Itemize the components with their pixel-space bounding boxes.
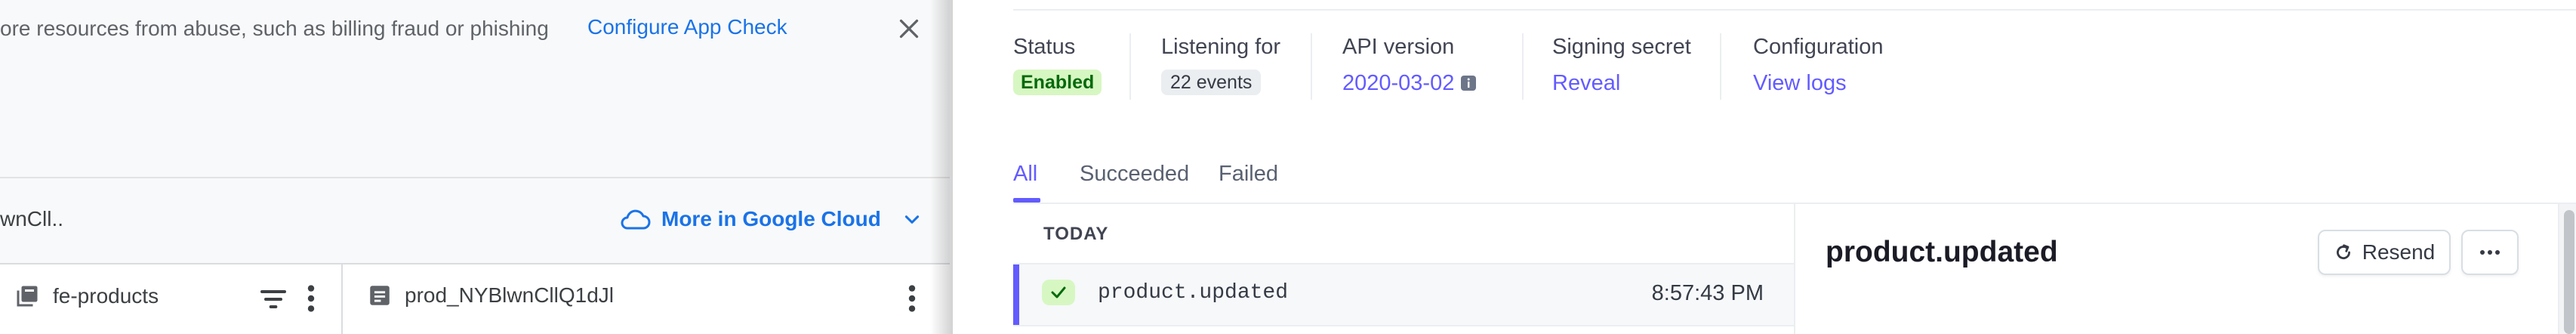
event-type: product.updated <box>1098 281 1289 305</box>
filter-icon[interactable] <box>258 284 288 314</box>
event-detail-title: product.updated <box>1826 236 2058 268</box>
document-more-icon[interactable] <box>903 281 921 316</box>
event-time: 8:57:43 PM <box>1651 281 1764 305</box>
collection-icon <box>14 283 41 310</box>
list-item[interactable]: product.updated 8:57:43 PM <box>1013 263 1794 326</box>
resend-label: Resend <box>2362 240 2436 264</box>
configuration-label: Configuration <box>1753 35 1884 59</box>
event-tabs: All Succeeded Failed <box>1013 156 2576 204</box>
path-breadcrumb[interactable]: wnCll.. <box>0 207 63 231</box>
stripe-webhook-pane: Status Enabled Listening for 22 events A… <box>953 0 2576 334</box>
reveal-secret-link[interactable]: Reveal <box>1552 70 1620 97</box>
selected-row-indicator <box>1013 264 1019 325</box>
active-tab-indicator <box>1013 198 1040 203</box>
api-version-link[interactable]: 2020-03-02 <box>1342 70 1454 97</box>
date-group-label: TODAY <box>1043 224 1109 244</box>
path-row: wnCll.. More in Google Cloud <box>0 178 950 264</box>
tab-succeeded[interactable]: Succeeded <box>1080 162 1189 187</box>
status-field: Status Enabled <box>1013 33 1102 103</box>
app-check-banner: ore resources from abuse, such as billin… <box>0 0 950 178</box>
cloud-icon <box>619 208 651 230</box>
meta-divider <box>1522 33 1524 100</box>
collection-more-icon[interactable] <box>302 281 320 316</box>
more-in-google-cloud-button[interactable]: More in Google Cloud <box>619 201 922 237</box>
event-list: TODAY product.updated 8:57:43 PM <box>1013 204 1794 334</box>
column-divider <box>341 264 343 334</box>
document-header[interactable]: prod_NYBlwnCllQ1dJl <box>367 283 614 308</box>
meta-divider <box>1720 33 1721 100</box>
status-label: Status <box>1013 35 1076 59</box>
ellipsis-icon <box>2479 249 2501 256</box>
signing-secret-field: Signing secret Reveal <box>1552 33 1691 103</box>
check-icon <box>1049 283 1068 302</box>
meta-divider <box>1311 33 1312 100</box>
events-count-badge[interactable]: 22 events <box>1161 70 1262 95</box>
more-in-google-cloud-label: More in Google Cloud <box>661 207 881 230</box>
firebase-pane: ore resources from abuse, such as billin… <box>0 0 950 334</box>
resend-button[interactable]: Resend <box>2318 230 2451 275</box>
top-divider <box>1013 9 2576 11</box>
collection-header[interactable]: fe-products <box>14 283 159 310</box>
success-status-pill <box>1042 280 1075 305</box>
configuration-field: Configuration View logs <box>1753 33 1884 103</box>
chevron-down-icon <box>902 209 922 229</box>
meta-divider <box>1129 33 1131 100</box>
collection-name: fe-products <box>53 284 159 308</box>
event-detail-panel: product.updated Resend <box>1794 204 2576 334</box>
info-icon[interactable] <box>1460 75 1477 91</box>
api-version-field: API version 2020-03-02 <box>1342 33 1477 103</box>
tab-failed[interactable]: Failed <box>1219 162 1278 187</box>
scrollbar-thumb[interactable] <box>2564 210 2574 334</box>
banner-text: ore resources from abuse, such as billin… <box>0 17 549 40</box>
pane-split-shadow <box>930 0 953 334</box>
tab-all[interactable]: All <box>1013 162 1037 187</box>
listening-field: Listening for 22 events <box>1161 33 1280 103</box>
signing-secret-label: Signing secret <box>1552 35 1691 59</box>
detail-scrollbar[interactable] <box>2558 204 2576 334</box>
configure-app-check-link[interactable]: Configure App Check <box>587 14 787 41</box>
more-actions-button[interactable] <box>2461 230 2519 275</box>
listening-label: Listening for <box>1161 35 1280 59</box>
document-icon <box>367 283 393 308</box>
close-icon[interactable] <box>895 15 923 42</box>
view-logs-link[interactable]: View logs <box>1753 70 1847 97</box>
status-badge: Enabled <box>1013 70 1102 95</box>
data-columns-header: fe-products prod_NYBlwnCllQ1dJl <box>0 264 950 334</box>
api-version-label: API version <box>1342 35 1455 59</box>
retry-icon <box>2334 243 2353 262</box>
document-id: prod_NYBlwnCllQ1dJl <box>405 283 615 307</box>
